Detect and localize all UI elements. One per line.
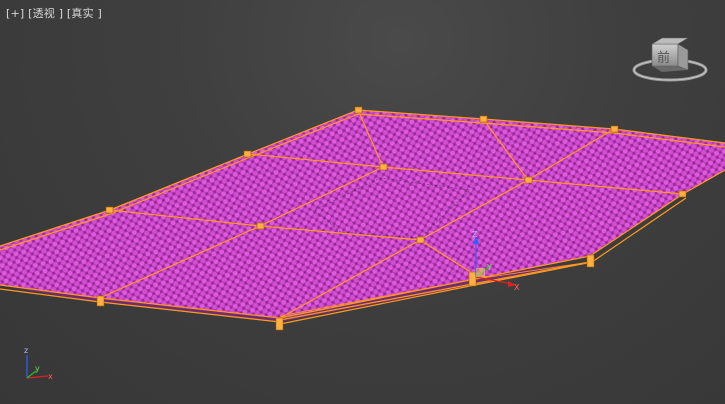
world-axis-tripod: z y x	[24, 346, 53, 381]
gizmo-z-label: Z	[472, 230, 478, 239]
viewport-scene[interactable]: Z Y X 前 z y x	[0, 0, 725, 404]
viewcube-face-label: 前	[657, 50, 670, 66]
gizmo-y-label: Y	[486, 263, 492, 272]
world-y-label: y	[35, 364, 40, 373]
gizmo-x-label: X	[514, 283, 520, 292]
world-x-label: x	[48, 372, 53, 381]
world-z-label: z	[24, 346, 28, 355]
viewcube[interactable]: 前	[632, 37, 708, 82]
